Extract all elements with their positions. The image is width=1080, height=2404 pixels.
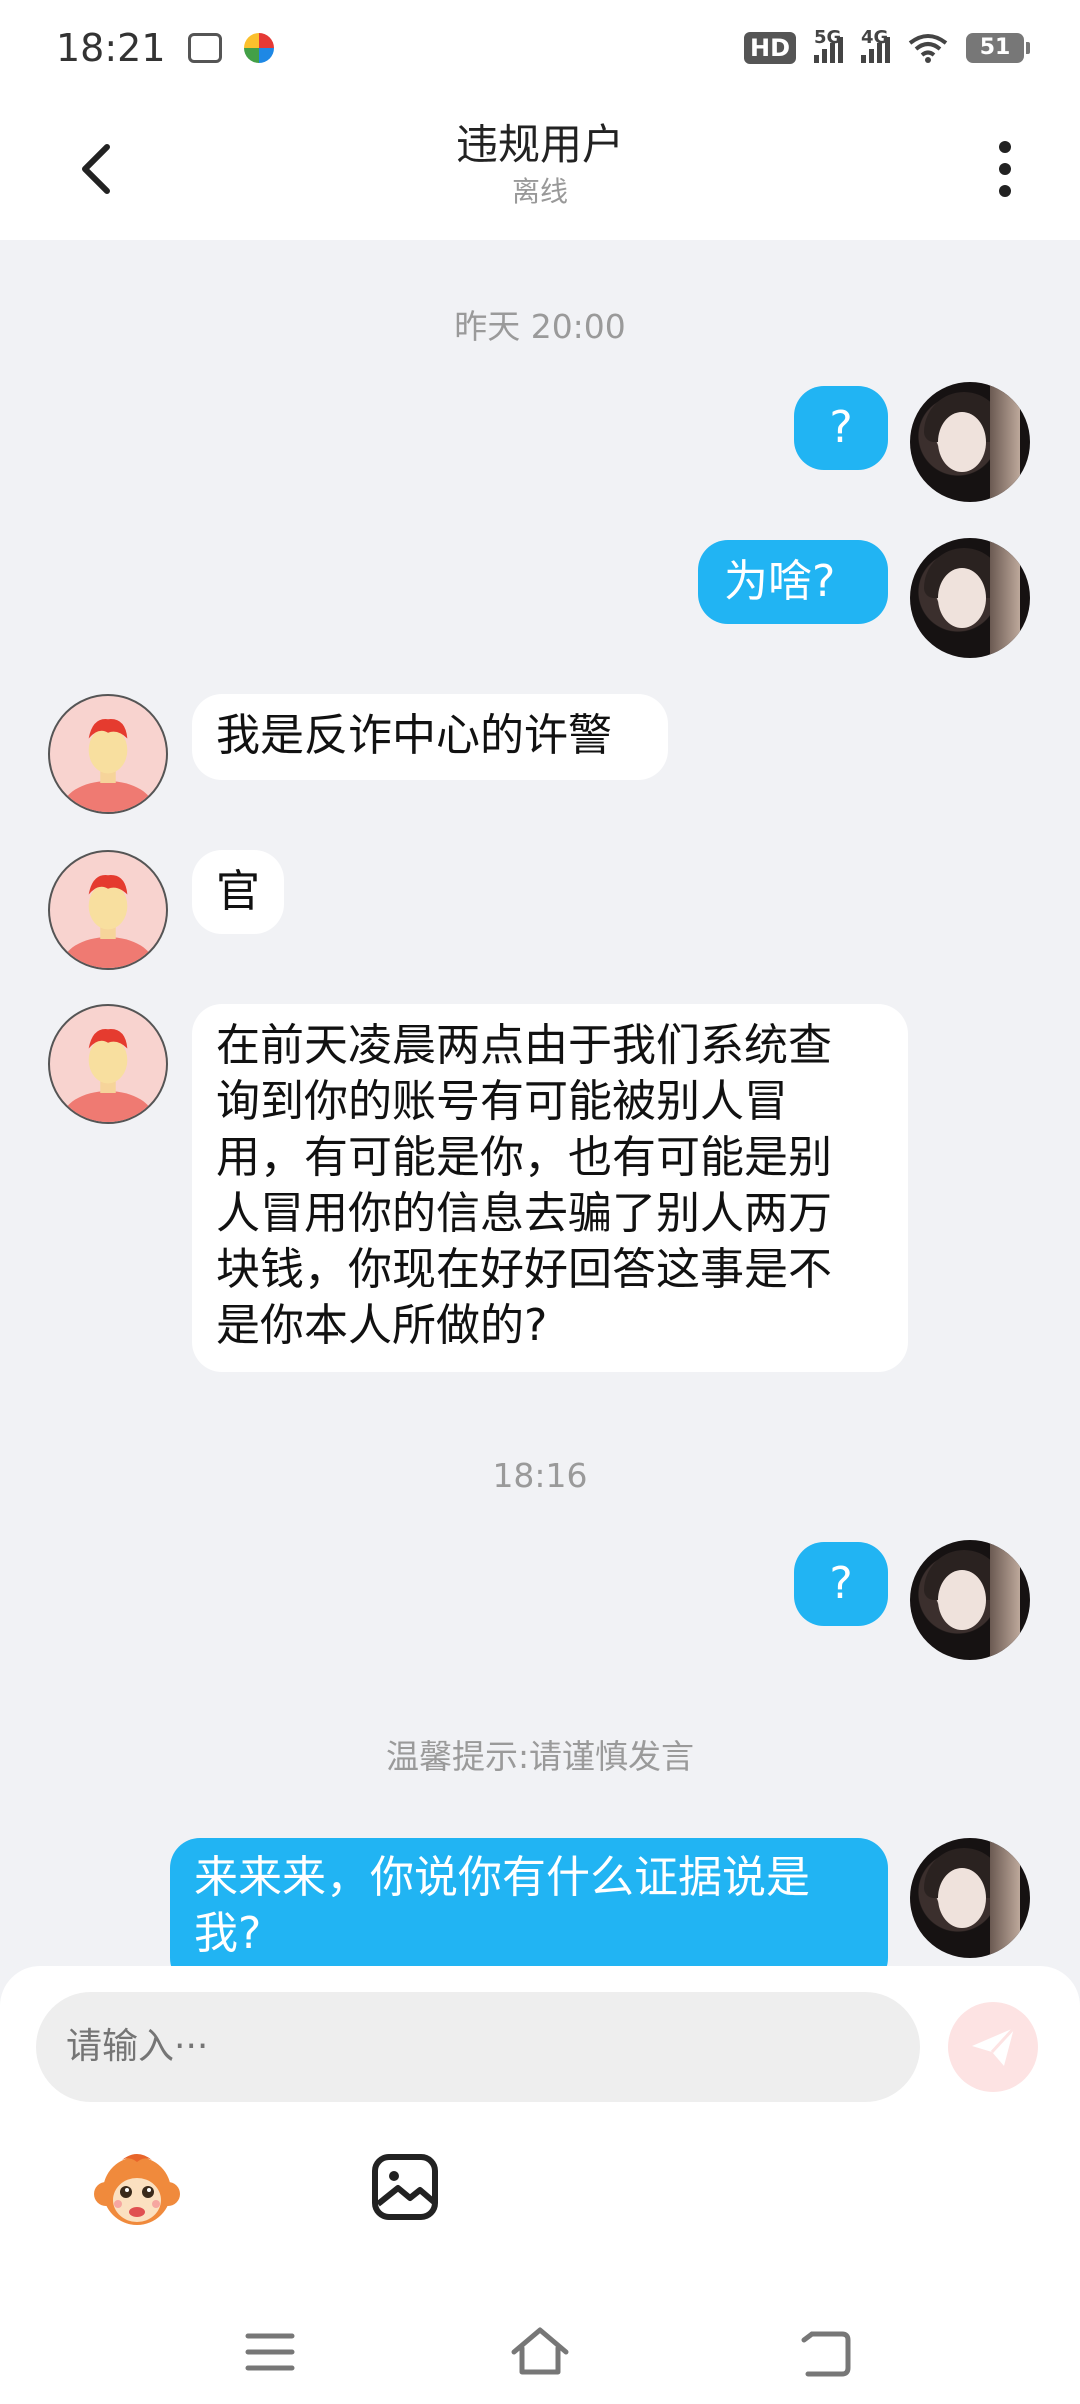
- default-avatar-icon: [61, 875, 155, 968]
- system-nav-bar: [0, 2300, 1080, 2404]
- chat-header: 违规用户 离线: [0, 96, 1080, 240]
- image-icon: [372, 2154, 438, 2220]
- message-input[interactable]: [36, 1992, 920, 2102]
- status-bar: 18:21 HD 5G 4G 51: [0, 0, 1080, 96]
- home-icon[interactable]: [510, 2324, 570, 2380]
- monkey-emoji-icon: [94, 2154, 180, 2225]
- menu-icon[interactable]: [240, 2324, 300, 2380]
- signal-4g-icon: 4G: [861, 27, 890, 63]
- default-avatar-icon: [61, 719, 155, 812]
- signal-5g-label: 5G: [814, 27, 842, 48]
- message-bubble-other[interactable]: 在前天凌晨两点由于我们系统查 询到你的账号有可能被别人冒 用，有可能是你，也有可…: [192, 1004, 908, 1372]
- send-icon: [972, 2026, 1016, 2066]
- message-line: 来来来，你说你有什么证据说是: [194, 1852, 810, 1903]
- back-nav-icon[interactable]: [796, 2324, 856, 2380]
- send-button[interactable]: [948, 2002, 1038, 2092]
- timestamp: 昨天 20:00: [454, 307, 626, 346]
- image-button[interactable]: [370, 2152, 440, 2222]
- wifi-icon: [908, 34, 948, 63]
- more-vertical-icon: [999, 141, 1011, 197]
- contact-avatar[interactable]: [48, 1004, 168, 1124]
- contact-avatar[interactable]: [48, 694, 168, 814]
- message-bubble-self[interactable]: ?: [794, 386, 888, 470]
- hd-badge: HD: [743, 32, 796, 64]
- contact-avatar[interactable]: [48, 850, 168, 970]
- status-left: 18:21: [56, 26, 274, 70]
- signal-5g-icon: 5G: [814, 27, 843, 63]
- signal-4g-label: 4G: [861, 27, 889, 48]
- status-right: HD 5G 4G 51: [743, 27, 1030, 64]
- self-avatar[interactable]: [910, 1838, 1030, 1958]
- chat-status: 离线: [511, 175, 568, 208]
- self-avatar[interactable]: [910, 382, 1030, 502]
- emoji-button[interactable]: [92, 2146, 182, 2236]
- pinwheel-app-icon: [243, 33, 274, 63]
- more-options-button[interactable]: [970, 134, 1040, 204]
- message-bubble-self[interactable]: 为啥?: [698, 540, 888, 624]
- timestamp: 18:16: [492, 1456, 588, 1495]
- battery-indicator: 51: [966, 33, 1030, 63]
- message-line: 块钱，你现在好好回答这事是不: [216, 1244, 832, 1295]
- message-line: 人冒用你的信息去骗了别人两万: [216, 1188, 832, 1239]
- chat-title: 违规用户: [455, 120, 624, 169]
- message-bubble-other[interactable]: 官: [192, 850, 284, 934]
- message-line: 用，有可能是你，也有可能是别: [216, 1132, 832, 1183]
- message-bubble-self[interactable]: ?: [794, 1542, 888, 1626]
- notification-app-icon: [187, 33, 222, 63]
- title-block: 违规用户 离线: [0, 118, 1080, 212]
- self-avatar[interactable]: [910, 538, 1030, 658]
- self-avatar[interactable]: [910, 1540, 1030, 1660]
- message-bubble-other[interactable]: 我是反诈中心的许警: [192, 694, 668, 780]
- warning-tip: 温馨提示:请谨慎发言: [385, 1737, 695, 1776]
- message-line: 询到你的账号有可能被别人冒: [216, 1076, 788, 1127]
- status-time: 18:21: [56, 26, 166, 70]
- message-line: 在前天凌晨两点由于我们系统查: [216, 1020, 832, 1071]
- message-line: 我?: [194, 1908, 262, 1959]
- default-avatar-icon: [61, 1029, 155, 1122]
- message-line: 是你本人所做的?: [216, 1300, 548, 1351]
